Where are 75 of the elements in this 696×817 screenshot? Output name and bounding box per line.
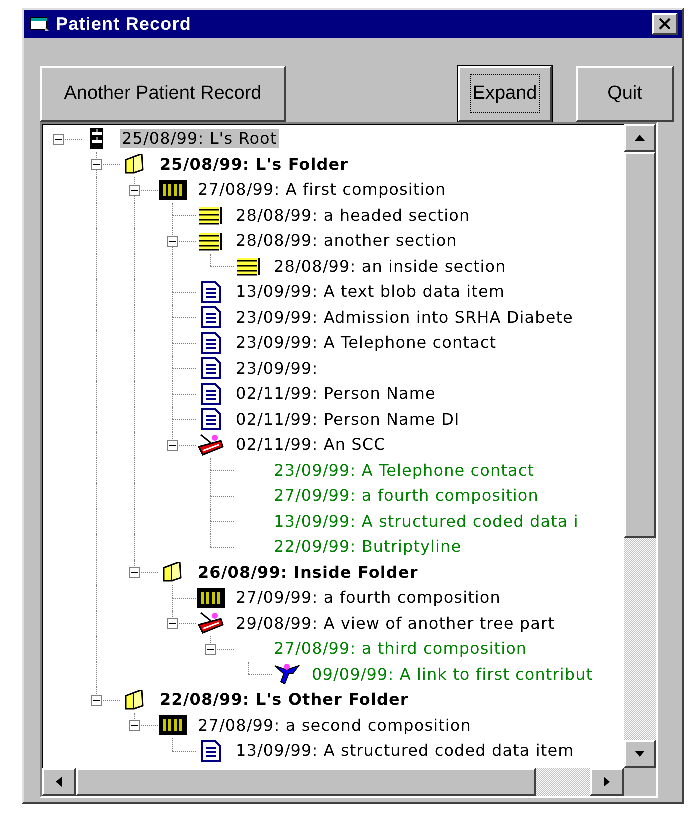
tree-item[interactable]: 13/09/99: A structured coded data i [272, 512, 581, 531]
double-panel-icon [197, 588, 225, 608]
tree-toggle[interactable] [91, 159, 102, 170]
double-panel-icon [159, 715, 187, 736]
tree-item[interactable]: 23/09/99: A Telephone contact [234, 333, 499, 352]
lined-note-icon [198, 205, 224, 226]
open-book-icon [162, 562, 184, 582]
tree-item[interactable]: 26/08/99: Inside Folder [196, 562, 420, 582]
scroll-right-button[interactable] [590, 768, 624, 796]
document-icon [201, 332, 221, 354]
sled-icon [197, 611, 225, 636]
tree-item[interactable]: 23/09/99: [234, 358, 320, 378]
tree-item[interactable]: 25/08/99: L's Folder [158, 154, 351, 174]
scrollbar-corner [624, 768, 656, 796]
tree-item[interactable]: 02/11/99: Person Name [234, 384, 438, 404]
lined-note-icon [198, 230, 224, 251]
tree-item[interactable]: 02/11/99: Person Name DI [234, 410, 462, 429]
vertical-scrollbar[interactable] [624, 124, 656, 768]
tree-item[interactable]: 29/08/99: A view of another tree part [234, 614, 557, 633]
tree-item[interactable]: 27/08/99: A first composition [196, 180, 448, 200]
document-icon [201, 280, 221, 303]
tree-item[interactable]: 02/11/99: An SCC [234, 435, 388, 454]
tree-item[interactable]: 23/09/99: Admission into SRHA Diabete [234, 308, 576, 327]
tree-item[interactable]: 25/08/99: L's Root [120, 129, 280, 148]
close-icon [658, 18, 672, 30]
left-arrow-icon [55, 776, 63, 788]
tree-toggle[interactable] [205, 644, 216, 655]
tree-item[interactable]: 27/08/99: a third composition [272, 639, 530, 658]
tree-item[interactable]: 28/08/99: a headed section [234, 206, 472, 225]
dialog-button[interactable]: Quit [576, 66, 674, 122]
tree-item[interactable]: 27/08/99: a second composition [196, 716, 474, 735]
up-arrow-icon [634, 134, 646, 142]
cabinet-icon [90, 128, 104, 150]
scroll-thumb[interactable] [76, 768, 536, 796]
lined-note-icon [236, 256, 262, 276]
tree-toggle[interactable] [91, 694, 102, 706]
tree-toggle[interactable] [129, 184, 140, 196]
horizontal-scrollbar[interactable] [42, 768, 656, 796]
scroll-up-button[interactable] [624, 124, 656, 152]
scroll-left-button[interactable] [42, 768, 76, 796]
tree-toggle[interactable] [129, 720, 140, 732]
sled-icon [197, 432, 225, 457]
document-icon [201, 740, 221, 762]
tree-item[interactable]: 28/08/99: an inside section [272, 256, 508, 276]
scroll-down-button[interactable] [624, 740, 656, 768]
figure-icon [273, 662, 301, 686]
tree-toggle[interactable] [167, 618, 178, 630]
dialog-button[interactable]: Another Patient Record [40, 66, 286, 122]
dialog-button[interactable]: Expand [458, 66, 552, 122]
window-title: Patient Record [56, 14, 192, 34]
tree-item[interactable]: 22/08/99: L's Other Folder [158, 690, 411, 710]
tree-item[interactable]: 27/09/99: a fourth composition [272, 486, 541, 506]
document-icon [201, 382, 221, 405]
document-icon [201, 357, 221, 380]
tree-item[interactable]: 27/09/99: a fourth composition [234, 588, 503, 608]
tree-toggle[interactable] [167, 440, 178, 451]
tree-toggle[interactable] [167, 236, 178, 247]
tree-item[interactable]: 13/09/99: A text blob data item [234, 282, 507, 302]
tree-toggle[interactable] [53, 134, 64, 145]
document-icon [201, 306, 221, 328]
open-book-icon [124, 154, 146, 174]
close-button[interactable] [652, 13, 678, 35]
tree-item[interactable]: 22/09/99: Butriptyline [272, 537, 464, 556]
open-book-icon [124, 690, 146, 710]
right-arrow-icon [603, 776, 611, 788]
tree-toggle[interactable] [129, 567, 140, 578]
tree-item[interactable]: 13/09/99: A structured coded data item [234, 741, 576, 760]
tree-item[interactable]: 23/09/99: A Telephone contact [272, 460, 537, 480]
document-icon [201, 408, 221, 430]
double-panel-icon [159, 180, 187, 200]
window-icon [30, 16, 50, 32]
down-arrow-icon [634, 750, 646, 758]
tree-item[interactable]: 09/09/99: A link to first contribut [310, 664, 596, 684]
scroll-thumb[interactable] [624, 152, 656, 538]
tree-item[interactable]: 28/08/99: another section [234, 231, 460, 250]
